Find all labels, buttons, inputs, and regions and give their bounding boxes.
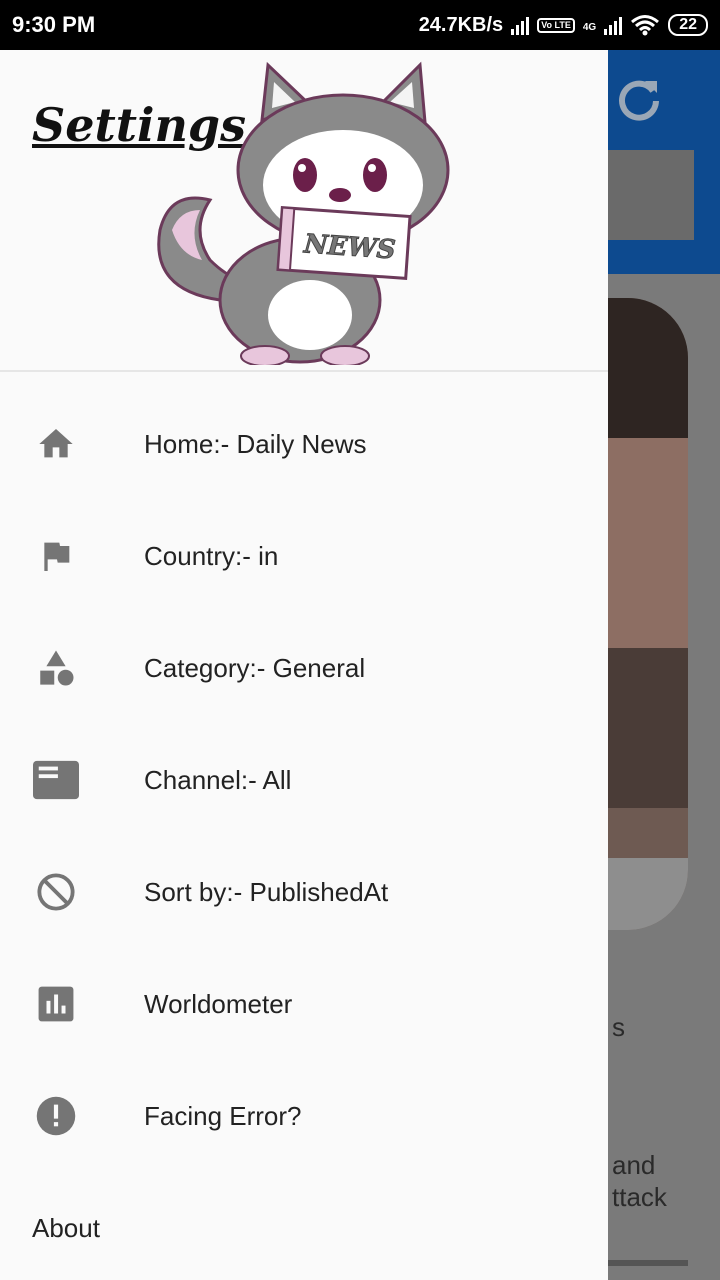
about-label: About <box>32 1212 100 1243</box>
refresh-icon <box>619 80 659 121</box>
menu-item-channel[interactable]: Channel:- All <box>0 724 608 836</box>
menu-item-facing-error[interactable]: Facing Error? <box>0 1060 608 1172</box>
block-icon <box>32 868 80 916</box>
menu-item-label: Worldometer <box>144 988 293 1019</box>
error-icon <box>32 1092 80 1140</box>
volte-badge: Vo LTE <box>537 17 575 33</box>
signal-icon <box>511 15 530 35</box>
menu-item-worldometer[interactable]: Worldometer <box>0 948 608 1060</box>
status-bar: 9:30 PM 24.7KB/s Vo LTE 4G 22 <box>0 0 720 50</box>
background-divider <box>608 1260 688 1266</box>
menu-item-about[interactable]: About <box>0 1172 608 1280</box>
home-icon <box>32 420 80 468</box>
navigation-drawer: Settings NEWS Home:- Daily News Country:… <box>0 50 608 1280</box>
menu-item-label: Channel:- All <box>144 764 292 795</box>
menu-item-category[interactable]: Category:- General <box>0 612 608 724</box>
wifi-icon <box>631 15 660 36</box>
net-speed: 24.7KB/s <box>418 13 504 36</box>
background-snippet: s <box>612 1012 625 1042</box>
category-icon <box>32 644 80 692</box>
channel-icon <box>32 756 80 804</box>
net-type: 4G <box>582 21 597 33</box>
menu-item-home[interactable]: Home:- Daily News <box>0 388 608 500</box>
background-snippet: ttack <box>612 1182 667 1212</box>
menu-item-label: Facing Error? <box>144 1100 302 1131</box>
flag-icon <box>32 532 80 580</box>
status-icons: 24.7KB/s Vo LTE 4G 22 <box>419 14 708 37</box>
battery-icon: 22 <box>668 14 708 36</box>
status-time: 9:30 PM <box>12 12 96 37</box>
background-snippet: and <box>612 1150 656 1180</box>
menu-item-label: Sort by:- PublishedAt <box>144 876 389 907</box>
menu-item-label: Home:- Daily News <box>144 428 367 459</box>
menu-item-sort[interactable]: Sort by:- PublishedAt <box>0 836 608 948</box>
chart-icon <box>32 980 80 1028</box>
menu-item-country[interactable]: Country:- in <box>0 500 608 612</box>
menu-item-label: Category:- General <box>144 652 366 683</box>
signal-icon-2 <box>604 15 623 35</box>
menu-item-label: Country:- in <box>144 540 279 571</box>
drawer-header: Settings NEWS <box>0 50 608 372</box>
news-cat-logo: NEWS <box>157 61 450 365</box>
